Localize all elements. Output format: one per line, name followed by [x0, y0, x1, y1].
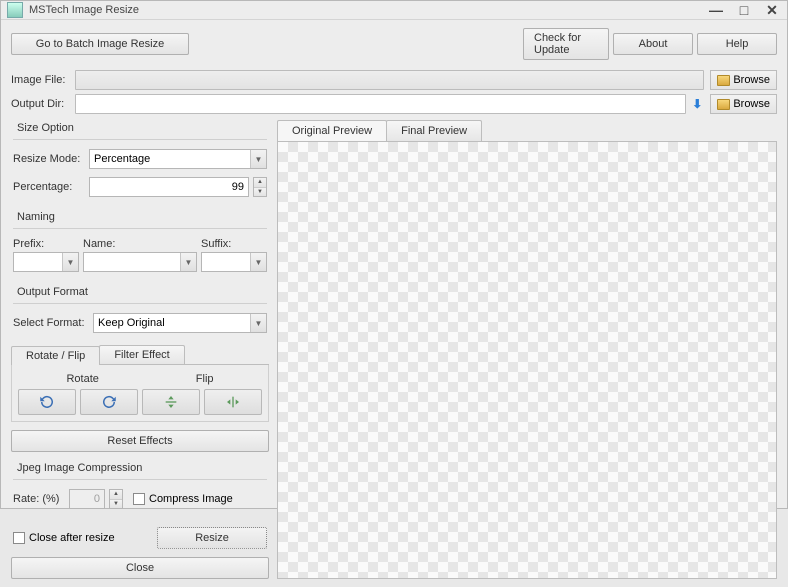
format-label: Select Format:: [13, 317, 89, 329]
batch-resize-button[interactable]: Go to Batch Image Resize: [11, 33, 189, 55]
help-button[interactable]: Help: [697, 33, 777, 55]
browse-label: Browse: [733, 98, 770, 110]
prefix-select[interactable]: ▼: [13, 252, 79, 272]
chevron-down-icon: ▼: [250, 150, 266, 168]
jpeg-compression-title: Jpeg Image Compression: [11, 460, 269, 475]
name-label: Name:: [83, 238, 197, 250]
download-icon[interactable]: ⬇: [692, 97, 702, 111]
name-select[interactable]: ▼: [83, 252, 197, 272]
size-option-title: Size Option: [11, 120, 269, 135]
tab-original-preview[interactable]: Original Preview: [277, 120, 387, 141]
suffix-select[interactable]: ▼: [201, 252, 267, 272]
folder-icon: [717, 99, 730, 110]
rate-label: Rate: (%): [13, 493, 65, 505]
image-file-label: Image File:: [11, 74, 69, 86]
minimize-button[interactable]: —: [707, 1, 725, 19]
rotate-ccw-button[interactable]: [18, 389, 76, 415]
app-window: MSTech Image Resize — □ ✕ Go to Batch Im…: [0, 0, 788, 509]
chevron-down-icon: ▼: [250, 253, 266, 271]
window-title: MSTech Image Resize: [29, 4, 707, 16]
rotate-label: Rotate: [66, 373, 98, 385]
flip-vertical-icon: [163, 394, 179, 410]
rotate-cw-button[interactable]: [80, 389, 138, 415]
rotate-flip-panel: Rotate Flip: [11, 365, 269, 422]
checkbox-icon: [13, 532, 25, 544]
maximize-button[interactable]: □: [735, 1, 753, 19]
output-format-title: Output Format: [11, 284, 269, 299]
image-browse-button[interactable]: Browse: [710, 70, 777, 90]
prefix-label: Prefix:: [13, 238, 79, 250]
flip-horizontal-icon: [225, 394, 241, 410]
naming-title: Naming: [11, 209, 269, 224]
percentage-input[interactable]: 99: [89, 177, 249, 197]
about-button[interactable]: About: [613, 33, 693, 55]
preview-canvas: [277, 141, 777, 579]
chevron-down-icon: ▼: [250, 314, 266, 332]
tab-rotate-flip[interactable]: Rotate / Flip: [11, 346, 100, 365]
rotate-ccw-icon: [38, 393, 56, 411]
check-update-button[interactable]: Check for Update: [523, 28, 609, 60]
resize-mode-select[interactable]: Percentage ▼: [89, 149, 267, 169]
format-select[interactable]: Keep Original ▼: [93, 313, 267, 333]
flip-vertical-button[interactable]: [142, 389, 200, 415]
close-button[interactable]: Close: [11, 557, 269, 579]
rate-value: 0: [94, 493, 100, 505]
percentage-value: 99: [232, 181, 244, 193]
format-value: Keep Original: [98, 317, 165, 329]
compress-checkbox[interactable]: Compress Image: [133, 493, 233, 505]
percentage-spinner[interactable]: ▲▼: [253, 177, 267, 197]
folder-icon: [717, 75, 730, 86]
resize-mode-value: Percentage: [94, 153, 150, 165]
image-file-row: Image File: Browse: [1, 68, 787, 92]
output-dir-label: Output Dir:: [11, 98, 69, 110]
rotate-cw-icon: [100, 393, 118, 411]
preview-panel: Original Preview Final Preview: [277, 120, 777, 579]
output-browse-button[interactable]: Browse: [710, 94, 777, 114]
checkbox-icon: [133, 493, 145, 505]
close-window-button[interactable]: ✕: [763, 1, 781, 19]
resize-button[interactable]: Resize: [157, 527, 267, 549]
tab-final-preview[interactable]: Final Preview: [386, 120, 482, 141]
top-toolbar: Go to Batch Image Resize Check for Updat…: [1, 20, 787, 68]
flip-horizontal-button[interactable]: [204, 389, 262, 415]
resize-mode-label: Resize Mode:: [13, 153, 85, 165]
output-dir-field[interactable]: [75, 94, 686, 114]
suffix-label: Suffix:: [201, 238, 267, 250]
close-after-label: Close after resize: [29, 532, 115, 544]
rate-input: 0: [69, 489, 105, 509]
tab-filter-effect[interactable]: Filter Effect: [99, 345, 184, 364]
left-panel: Size Option Resize Mode: Percentage ▼ Pe…: [11, 120, 269, 579]
image-file-field[interactable]: [75, 70, 704, 90]
reset-effects-button[interactable]: Reset Effects: [11, 430, 269, 452]
rate-spinner: ▲▼: [109, 489, 123, 509]
output-dir-row: Output Dir: ⬇ Browse: [1, 92, 787, 116]
percentage-label: Percentage:: [13, 181, 85, 193]
browse-label: Browse: [733, 74, 770, 86]
chevron-down-icon: ▼: [180, 253, 196, 271]
chevron-down-icon: ▼: [62, 253, 78, 271]
close-after-checkbox[interactable]: Close after resize: [13, 532, 115, 544]
compress-label: Compress Image: [149, 493, 233, 505]
flip-label: Flip: [196, 373, 214, 385]
titlebar: MSTech Image Resize — □ ✕: [1, 1, 787, 20]
app-icon: [7, 2, 23, 18]
